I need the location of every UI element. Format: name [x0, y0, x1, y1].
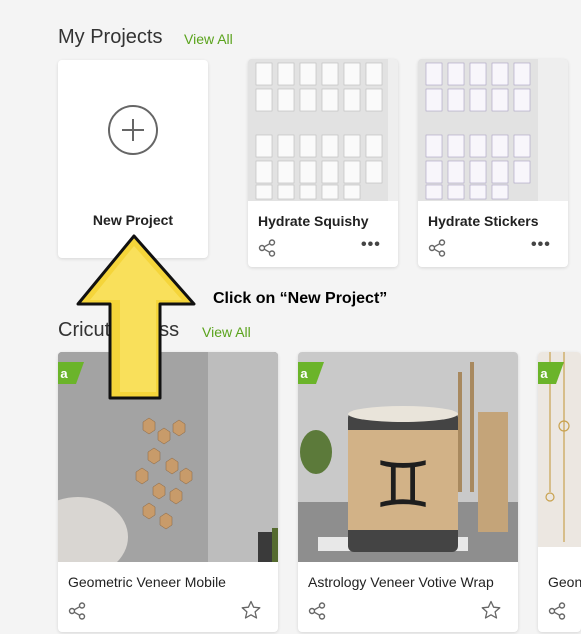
svg-text:a: a [300, 366, 308, 381]
cricut-access-view-all-link[interactable]: View All [202, 324, 251, 340]
share-icon[interactable] [548, 602, 566, 620]
access-card-geon[interactable]: a Geon [538, 352, 581, 632]
share-icon[interactable] [428, 239, 446, 257]
callout-instruction: Click on “New Project” [213, 290, 388, 307]
access-item-name: Astrology Veneer Votive Wrap [308, 574, 494, 590]
new-project-label: New Project [92, 212, 174, 228]
new-project-card[interactable]: New Project [58, 60, 208, 258]
svg-text:a: a [540, 366, 548, 381]
access-item-name: Geometric Veneer Mobile [68, 574, 226, 590]
my-projects-title: My Projects [58, 26, 163, 48]
star-icon[interactable] [481, 600, 501, 620]
project-name: Hydrate Stickers [428, 213, 539, 229]
share-icon[interactable] [258, 239, 276, 257]
up-arrow-annotation-icon [76, 234, 196, 400]
cricut-access-badge: a [538, 362, 564, 384]
svg-text:a: a [60, 366, 68, 381]
project-thumbnail [248, 59, 398, 201]
project-card-hydrate-squishy[interactable]: Hydrate Squishy ••• [248, 59, 398, 267]
access-card-astrology-veneer-votive-wrap[interactable]: ♊ a Astrology Veneer Votive Wrap [298, 352, 518, 632]
my-projects-view-all-link[interactable]: View All [184, 31, 233, 47]
share-icon[interactable] [68, 602, 86, 620]
star-icon[interactable] [241, 600, 261, 620]
plus-circle-icon [108, 105, 158, 155]
project-card-hydrate-stickers[interactable]: Hydrate Stickers ••• [418, 59, 568, 267]
svg-text:♊: ♊ [374, 449, 431, 523]
project-thumbnail [418, 59, 568, 201]
access-item-name: Geon [548, 574, 581, 590]
share-icon[interactable] [308, 602, 326, 620]
project-photo: ♊ [298, 352, 518, 562]
more-options-icon[interactable]: ••• [531, 237, 551, 253]
cricut-access-badge: a [298, 362, 324, 384]
project-name: Hydrate Squishy [258, 213, 369, 229]
more-options-icon[interactable]: ••• [361, 237, 381, 253]
